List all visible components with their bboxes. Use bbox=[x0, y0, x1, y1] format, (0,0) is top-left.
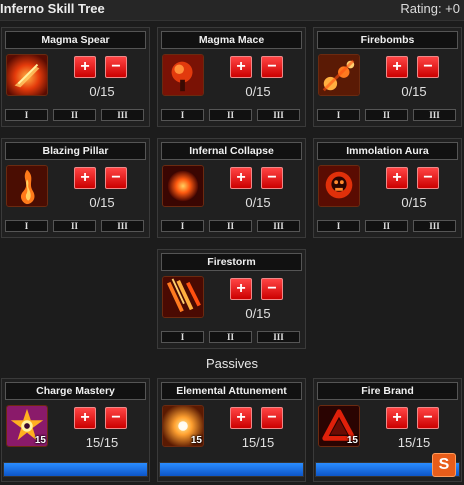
tier-2-button[interactable]: II bbox=[53, 220, 96, 232]
passives-heading: Passives bbox=[205, 356, 259, 371]
tier-1-button[interactable]: I bbox=[161, 109, 204, 121]
passive-level: 15 bbox=[346, 435, 358, 446]
add-point-button[interactable]: + bbox=[230, 167, 252, 189]
passive-level: 15 bbox=[190, 435, 202, 446]
tier-1-button[interactable]: I bbox=[5, 220, 48, 232]
skill-points: 0/15 bbox=[89, 195, 115, 210]
passive-progress-bar bbox=[159, 462, 304, 477]
skill-card-immolation-aura: Immolation Aura + − 0/15 I II III bbox=[313, 138, 462, 238]
skill-points: 0/15 bbox=[245, 306, 271, 321]
firebombs-icon[interactable] bbox=[318, 54, 360, 96]
tier-2-button[interactable]: II bbox=[365, 109, 408, 121]
tier-2-button[interactable]: II bbox=[53, 109, 96, 121]
skill-card-blazing-pillar: Blazing Pillar + − 0/15 I II III bbox=[1, 138, 150, 238]
blazing-pillar-icon[interactable] bbox=[6, 165, 48, 207]
add-point-button[interactable]: + bbox=[386, 167, 408, 189]
passive-points: 15/15 bbox=[241, 435, 275, 450]
firestorm-icon[interactable] bbox=[162, 276, 204, 318]
skill-points: 0/15 bbox=[89, 84, 115, 99]
tier-3-button[interactable]: III bbox=[101, 109, 144, 121]
remove-point-button[interactable]: − bbox=[417, 407, 439, 429]
tier-3-button[interactable]: III bbox=[257, 220, 300, 232]
magma-spear-icon[interactable] bbox=[6, 54, 48, 96]
passive-points: 15/15 bbox=[85, 435, 119, 450]
skill-points: 0/15 bbox=[245, 84, 271, 99]
add-point-button[interactable]: + bbox=[386, 407, 408, 429]
skill-card-firestorm: Firestorm + − 0/15 I II III bbox=[157, 249, 306, 349]
add-point-button[interactable]: + bbox=[386, 56, 408, 78]
remove-point-button[interactable]: − bbox=[417, 167, 439, 189]
tier-1-button[interactable]: I bbox=[161, 331, 204, 343]
infernal-collapse-icon[interactable] bbox=[162, 165, 204, 207]
tier-3-button[interactable]: III bbox=[257, 109, 300, 121]
passive-name: Elemental Attunement bbox=[161, 382, 302, 400]
tier-2-button[interactable]: II bbox=[209, 109, 252, 121]
add-point-button[interactable]: + bbox=[74, 56, 96, 78]
tier-row: I II III bbox=[161, 109, 302, 121]
tier-3-button[interactable]: III bbox=[257, 331, 300, 343]
skill-points: 0/15 bbox=[401, 195, 427, 210]
skill-name: Firestorm bbox=[161, 253, 302, 271]
tier-row: I II III bbox=[5, 220, 146, 232]
tier-row: I II III bbox=[161, 331, 302, 343]
elemental-attunement-icon[interactable]: 15 bbox=[162, 405, 204, 447]
add-point-button[interactable]: + bbox=[230, 56, 252, 78]
tier-2-button[interactable]: II bbox=[209, 220, 252, 232]
remove-point-button[interactable]: − bbox=[105, 56, 127, 78]
passive-name: Charge Mastery bbox=[5, 382, 146, 400]
skill-card-magma-mace: Magma Mace + − 0/15 I II III bbox=[157, 27, 306, 127]
skill-name: Firebombs bbox=[317, 31, 458, 49]
charge-mastery-icon[interactable]: 15 bbox=[6, 405, 48, 447]
tier-2-button[interactable]: II bbox=[365, 220, 408, 232]
skill-card-firebombs: Firebombs + − 0/15 I II III bbox=[313, 27, 462, 127]
remove-point-button[interactable]: − bbox=[261, 278, 283, 300]
tier-3-button[interactable]: III bbox=[413, 220, 456, 232]
passive-card-elemental-attunement: Elemental Attunement 15 + − 15/15 bbox=[157, 378, 306, 482]
fire-brand-icon[interactable]: 15 bbox=[318, 405, 360, 447]
add-point-button[interactable]: + bbox=[230, 278, 252, 300]
tier-2-button[interactable]: II bbox=[209, 331, 252, 343]
add-point-button[interactable]: + bbox=[74, 167, 96, 189]
add-point-button[interactable]: + bbox=[230, 407, 252, 429]
tier-1-button[interactable]: I bbox=[5, 109, 48, 121]
remove-point-button[interactable]: − bbox=[105, 167, 127, 189]
passive-points: 15/15 bbox=[397, 435, 431, 450]
immolation-aura-icon[interactable] bbox=[318, 165, 360, 207]
skill-points: 0/15 bbox=[401, 84, 427, 99]
tier-row: I II III bbox=[161, 220, 302, 232]
skill-name: Magma Spear bbox=[5, 31, 146, 49]
skill-points: 0/15 bbox=[245, 195, 271, 210]
site-logo-icon[interactable]: S bbox=[432, 453, 456, 477]
skill-name: Blazing Pillar bbox=[5, 142, 146, 160]
passive-name: Fire Brand bbox=[317, 382, 458, 400]
skill-card-magma-spear: Magma Spear + − 0/15 I II III bbox=[1, 27, 150, 127]
magma-mace-icon[interactable] bbox=[162, 54, 204, 96]
tier-1-button[interactable]: I bbox=[161, 220, 204, 232]
passive-progress-fill bbox=[160, 463, 303, 476]
tier-1-button[interactable]: I bbox=[317, 220, 360, 232]
remove-point-button[interactable]: − bbox=[261, 407, 283, 429]
tier-row: I II III bbox=[317, 220, 458, 232]
skill-name: Immolation Aura bbox=[317, 142, 458, 160]
tier-3-button[interactable]: III bbox=[413, 109, 456, 121]
remove-point-button[interactable]: − bbox=[261, 56, 283, 78]
tier-1-button[interactable]: I bbox=[317, 109, 360, 121]
tier-row: I II III bbox=[317, 109, 458, 121]
skill-tree-title: Inferno Skill Tree bbox=[0, 1, 105, 16]
tier-3-button[interactable]: III bbox=[101, 220, 144, 232]
passive-progress-bar bbox=[3, 462, 148, 477]
remove-point-button[interactable]: − bbox=[261, 167, 283, 189]
passive-card-charge-mastery: Charge Mastery 15 + − 15/15 bbox=[1, 378, 150, 482]
add-point-button[interactable]: + bbox=[74, 407, 96, 429]
header-bar: Inferno Skill Tree Rating: +0 bbox=[0, 0, 464, 21]
rating-label: Rating: +0 bbox=[400, 1, 460, 16]
skill-name: Infernal Collapse bbox=[161, 142, 302, 160]
passive-level: 15 bbox=[34, 435, 46, 446]
skill-name: Magma Mace bbox=[161, 31, 302, 49]
tier-row: I II III bbox=[5, 109, 146, 121]
skill-card-infernal-collapse: Infernal Collapse + − 0/15 I II III bbox=[157, 138, 306, 238]
remove-point-button[interactable]: − bbox=[417, 56, 439, 78]
remove-point-button[interactable]: − bbox=[105, 407, 127, 429]
passive-progress-fill bbox=[4, 463, 147, 476]
